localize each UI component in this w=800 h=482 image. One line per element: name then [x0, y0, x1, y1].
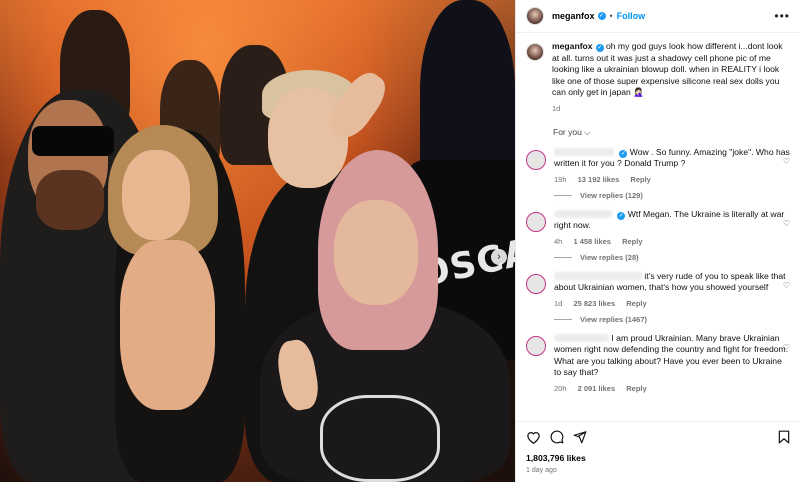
- comment-item: ✓ Wow . So funny. Amazing "joke". Who ha…: [526, 147, 790, 184]
- post-timestamp: 1 day ago: [526, 467, 557, 474]
- comment-icon[interactable]: [550, 430, 564, 444]
- avatar[interactable]: [526, 149, 546, 170]
- like-count[interactable]: 1,803,796 likes: [526, 453, 790, 463]
- caption-text-block: meganfox ✓ oh my god guys look how differ…: [552, 41, 790, 99]
- comment-likes[interactable]: 1 458 likes: [573, 237, 611, 246]
- more-options-icon[interactable]: •••: [774, 9, 790, 23]
- comment-age: 20h: [554, 383, 567, 393]
- comments-scroll[interactable]: meganfox ✓ oh my god guys look how differ…: [516, 33, 800, 421]
- caption-age: 1d: [552, 103, 561, 113]
- redacted-username: [554, 209, 612, 218]
- avatar[interactable]: [526, 211, 546, 232]
- view-replies-button[interactable]: View replies (28): [554, 253, 790, 262]
- comment-sort-dropdown[interactable]: For you ⌵: [553, 127, 790, 138]
- view-replies-button[interactable]: View replies (129): [554, 191, 790, 200]
- heart-icon[interactable]: ♡: [783, 343, 790, 352]
- comment-likes[interactable]: 25 823 likes: [573, 299, 615, 308]
- comment-item: ✓ Wtf Megan. The Ukraine is literally at…: [526, 209, 790, 246]
- post-caption: meganfox ✓ oh my god guys look how differ…: [526, 41, 790, 113]
- post-side-panel: meganfox ✓ • Follow ••• meganfox ✓ oh my …: [515, 0, 800, 482]
- comment-age: 1d: [554, 298, 563, 308]
- divider: [554, 318, 572, 320]
- verified-badge-icon: ✓: [595, 44, 604, 52]
- heart-icon[interactable]: [526, 430, 541, 444]
- caption-username[interactable]: meganfox: [552, 41, 593, 51]
- divider: [554, 194, 572, 196]
- avatar[interactable]: [526, 7, 544, 25]
- person-middle-face: [122, 150, 190, 240]
- divider: [554, 256, 572, 258]
- chevron-right-icon[interactable]: ›: [491, 249, 507, 265]
- separator-dot: •: [609, 11, 613, 21]
- verified-badge-icon: ✓: [619, 149, 628, 158]
- redacted-username: [554, 271, 642, 280]
- instagram-post-view: OSCAR › meganfox ✓ • Follow ••• meganfox: [0, 0, 800, 482]
- bookmark-icon[interactable]: [778, 430, 790, 444]
- reply-button[interactable]: Reply: [626, 299, 646, 308]
- follow-button[interactable]: Follow: [617, 11, 646, 21]
- heart-icon[interactable]: ♡: [783, 219, 790, 228]
- avatar[interactable]: [526, 335, 546, 356]
- skeleton-print: [320, 395, 440, 482]
- post-header: meganfox ✓ • Follow •••: [516, 0, 800, 33]
- person-front-face: [334, 200, 418, 305]
- redacted-username: [554, 147, 614, 156]
- comment-item: I am proud Ukrainian. Many brave Ukraini…: [526, 333, 790, 393]
- view-replies-label: View replies (1467): [580, 314, 647, 324]
- caption-meta: 1d: [552, 104, 790, 113]
- comment-age: 19h: [554, 174, 567, 184]
- heart-icon[interactable]: ♡: [783, 281, 790, 290]
- action-bar: [526, 429, 790, 445]
- verified-badge-icon: ✓: [597, 12, 606, 20]
- sunglasses: [32, 126, 114, 156]
- verified-badge-icon: ✓: [617, 211, 626, 220]
- reply-button[interactable]: Reply: [626, 384, 646, 393]
- reply-button[interactable]: Reply: [622, 237, 642, 246]
- comment-age: 4h: [554, 236, 563, 246]
- view-replies-label: View replies (129): [580, 190, 643, 200]
- avatar[interactable]: [526, 273, 546, 294]
- avatar[interactable]: [526, 43, 544, 61]
- username[interactable]: meganfox: [552, 11, 595, 21]
- post-footer: 1,803,796 likes 1 day ago: [516, 421, 800, 482]
- view-replies-button[interactable]: View replies (1467): [554, 315, 790, 324]
- comment-likes[interactable]: 13 192 likes: [578, 175, 620, 184]
- post-photo[interactable]: OSCAR ›: [0, 0, 515, 482]
- comment-item: it's very rude of you to speak like that…: [526, 271, 790, 308]
- share-icon[interactable]: [573, 430, 587, 444]
- person-left-beard: [36, 170, 104, 230]
- person-middle-arm: [120, 240, 215, 410]
- reply-button[interactable]: Reply: [630, 175, 650, 184]
- heart-icon[interactable]: ♡: [783, 157, 790, 166]
- comment-likes[interactable]: 2 091 likes: [578, 384, 616, 393]
- redacted-username: [554, 333, 609, 342]
- view-replies-label: View replies (28): [580, 252, 639, 262]
